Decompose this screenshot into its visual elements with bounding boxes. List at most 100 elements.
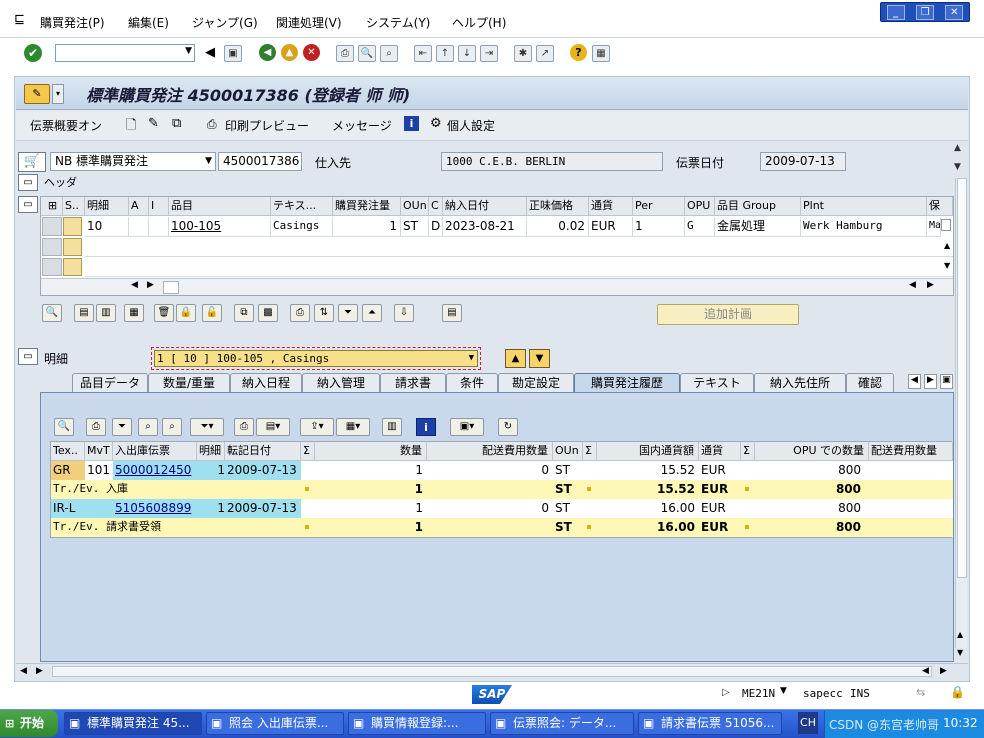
frame-scroll-up-icon[interactable]: ▲: [957, 630, 963, 639]
history-sort-icon[interactable]: ⏷: [112, 418, 132, 436]
hcol-mvt[interactable]: MvT: [85, 442, 113, 461]
row-status-cell[interactable]: [63, 238, 82, 256]
frame-scroll-thumb[interactable]: [957, 178, 967, 578]
item-i[interactable]: [149, 217, 169, 237]
tab-confirmations[interactable]: 確認: [846, 373, 894, 392]
task-item-info-record[interactable]: ▣ 購買情報登録:...: [348, 712, 486, 735]
col-oun[interactable]: OUn: [401, 197, 429, 216]
item-material-group[interactable]: 金属処理: [715, 217, 801, 237]
item-opu[interactable]: G: [685, 217, 715, 237]
frame-hscrollbar[interactable]: ◀ ▶ ◀ ▶: [16, 663, 968, 679]
hcol-currency[interactable]: 通貨: [699, 442, 741, 461]
messages-button[interactable]: メッセージ: [332, 117, 392, 134]
grid-scroll-up-icon[interactable]: ▲: [944, 241, 950, 250]
item-text[interactable]: Casings: [271, 217, 333, 237]
hcol-delivery-cost-qty2[interactable]: 配送費用数量: [869, 442, 953, 461]
hcol-mat-doc[interactable]: 入出庫伝票: [113, 442, 197, 461]
deselect-all-icon[interactable]: ▥: [96, 304, 116, 322]
item-a[interactable]: [129, 217, 149, 237]
history-find-icon[interactable]: ⌕: [138, 418, 158, 436]
back-icon[interactable]: ◀: [259, 44, 276, 61]
item-material-link[interactable]: 100-105: [171, 219, 221, 233]
frame-hscroll-right-icon[interactable]: ▶: [36, 666, 43, 676]
hscroll-right-icon[interactable]: ▶: [147, 280, 154, 290]
grid-settings-icon[interactable]: ⊞: [41, 197, 63, 216]
task-item-doc-display[interactable]: ▣ 伝票照会: データ...: [490, 712, 634, 735]
language-indicator[interactable]: CH: [798, 712, 818, 734]
history-row-gr[interactable]: GR 101 5000012450 1 2009-07-13 1 0 ST 15…: [51, 461, 953, 480]
first-page-icon[interactable]: ⇤: [414, 45, 432, 62]
tab-texts[interactable]: テキスト: [680, 373, 754, 392]
col-currency[interactable]: 通貨: [589, 197, 633, 216]
doc-type-menu-icon[interactable]: ▾: [52, 84, 64, 104]
frame-hscroll-left-icon[interactable]: ◀: [20, 666, 27, 676]
history-find-next-icon[interactable]: ⌕: [162, 418, 182, 436]
transaction-code[interactable]: ME21N: [742, 687, 775, 700]
next-page-icon[interactable]: ↓: [458, 45, 476, 62]
hcol-qty-opu[interactable]: OPU での数量: [755, 442, 869, 461]
item-plant[interactable]: Werk Hamburg: [801, 217, 927, 237]
tab-po-history[interactable]: 購買発注履歴: [574, 373, 680, 392]
item-number[interactable]: 10: [85, 217, 129, 237]
cancel-icon[interactable]: ✕: [303, 44, 320, 61]
col-opu[interactable]: OPU: [685, 197, 715, 216]
hcol-text[interactable]: Tex..: [51, 442, 85, 461]
lock-status-icon[interactable]: 🔒: [950, 685, 965, 699]
frame-hscroll-thumb[interactable]: [52, 666, 932, 677]
history-settings-icon[interactable]: ▣▾: [450, 418, 484, 436]
task-item-invoice[interactable]: ▣ 請求書伝票 51056...: [638, 712, 782, 735]
col-item[interactable]: 明細: [85, 197, 129, 216]
last-page-icon[interactable]: ⇥: [480, 45, 498, 62]
status-expand-icon[interactable]: ▷: [722, 687, 730, 698]
select-block-icon[interactable]: ▦: [124, 304, 144, 322]
edit-pencil-icon[interactable]: ✎: [148, 116, 159, 131]
item-qty[interactable]: 1: [333, 217, 401, 237]
account-assignment-icon[interactable]: ▩: [258, 304, 278, 322]
frame-hscroll-right-end-icon[interactable]: ▶: [940, 666, 947, 676]
filter-icon[interactable]: ⏷: [338, 304, 358, 322]
item-currency[interactable]: EUR: [589, 217, 633, 237]
other-document-icon[interactable]: ⧉: [172, 116, 181, 131]
frame-scrollbar[interactable]: [955, 178, 967, 648]
history-info-icon[interactable]: i: [416, 418, 436, 436]
item-checkbox[interactable]: [941, 219, 951, 231]
menu-system[interactable]: システム(Y): [366, 14, 430, 31]
item-detail-icon[interactable]: 🔍: [42, 304, 62, 322]
hscroll-right-end-icon[interactable]: ▶: [927, 280, 934, 290]
info-icon[interactable]: i: [404, 116, 419, 131]
history-layout-icon[interactable]: ▦▾: [336, 418, 370, 436]
frame-scroll-down-icon[interactable]: ▼: [957, 648, 963, 657]
task-item-po[interactable]: ▣ 標準購買発注 45...: [64, 712, 202, 735]
command-field[interactable]: ▼: [55, 44, 195, 62]
col-text[interactable]: テキス...: [271, 197, 333, 216]
grid-layout-icon[interactable]: ▤: [442, 304, 462, 322]
row-status-cell[interactable]: [63, 258, 82, 276]
tab-list-icon[interactable]: ▣: [940, 374, 953, 389]
exit-icon[interactable]: ▲: [281, 44, 298, 61]
print-list-icon[interactable]: ⎙: [290, 304, 310, 322]
item-oun[interactable]: ST: [401, 217, 429, 237]
detail-expand-icon[interactable]: ▭: [18, 348, 38, 365]
tab-invoice[interactable]: 請求書: [380, 373, 446, 392]
minimize-icon[interactable]: _: [886, 4, 905, 20]
hcol-item[interactable]: 明細: [197, 442, 225, 461]
vendor-field[interactable]: 1000 C.E.B. BERLIN: [441, 152, 663, 171]
hcol-local-amount[interactable]: 国内通貨額: [597, 442, 699, 461]
hcol-posting-date[interactable]: 転記日付: [225, 442, 301, 461]
hcol-qty[interactable]: 数量: [315, 442, 427, 461]
hscroll-left-end-icon[interactable]: ◀: [909, 280, 916, 290]
col-net-price[interactable]: 正味価格: [527, 197, 589, 216]
history-views-icon[interactable]: ▤▾: [256, 418, 290, 436]
col-material-group[interactable]: 品目 Group: [715, 197, 801, 216]
doc-overview-button[interactable]: 伝票概要オン: [30, 117, 102, 134]
row-selector[interactable]: [42, 217, 62, 236]
cart-icon[interactable]: 🛒: [18, 152, 46, 172]
detail-item-select[interactable]: 1 [ 10 ] 100-105 , Casings ▼: [154, 350, 478, 367]
hcol-sum3[interactable]: Σ: [741, 442, 755, 461]
hcol-oun[interactable]: OUn: [553, 442, 583, 461]
find-next-icon[interactable]: ⌕: [380, 45, 398, 62]
col-delivery-date[interactable]: 納入日付: [443, 197, 527, 216]
next-item-button[interactable]: ▼: [529, 349, 550, 368]
row-selector[interactable]: [42, 258, 62, 276]
grid-scroll-down-icon[interactable]: ▼: [944, 261, 950, 270]
